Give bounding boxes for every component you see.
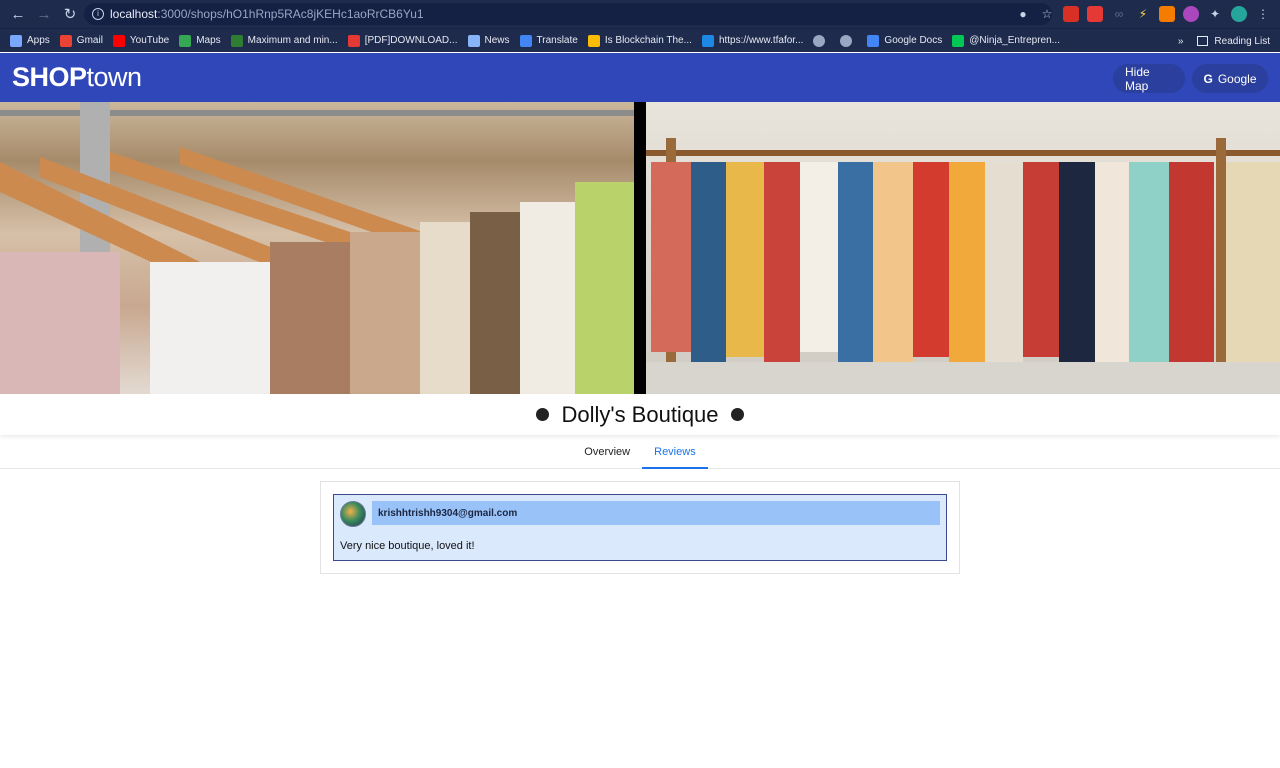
app-logo[interactable]: SHOPtown [12, 62, 142, 93]
bookmark-label: Maximum and min... [247, 35, 338, 46]
bookmark-label: https://www.tfafor... [718, 35, 804, 46]
bookmark-item[interactable]: https://www.tfafor... [701, 34, 804, 47]
hanging-clothes-illustration [0, 102, 634, 394]
info-icon[interactable]: i [92, 8, 104, 20]
reading-list-button[interactable]: Reading List [1197, 36, 1270, 47]
bookmark-favicon-icon [467, 34, 480, 47]
back-icon[interactable]: ← [6, 2, 30, 26]
bookmark-item[interactable] [813, 34, 830, 47]
location-icon[interactable]: ● [1014, 5, 1032, 23]
bookmark-favicon-icon [952, 34, 965, 47]
reading-list-label: Reading List [1214, 35, 1270, 47]
bookmark-item[interactable]: Gmail [59, 34, 103, 47]
bookmark-favicon-icon [347, 34, 360, 47]
bookmark-item[interactable] [840, 34, 857, 47]
google-button[interactable]: G Google [1192, 64, 1268, 93]
reviews-panel: krishhtrishh9304@gmail.com Very nice bou… [320, 481, 960, 574]
extension-icon[interactable] [1182, 5, 1200, 23]
fox-icon[interactable] [1158, 5, 1176, 23]
status-dot-icon [536, 408, 550, 421]
bookmark-favicon-icon [867, 34, 880, 47]
bookmark-label: Translate [536, 35, 578, 46]
status-dot-icon [730, 408, 744, 421]
bookmark-label: News [484, 35, 510, 46]
bookmark-item[interactable]: Translate [519, 34, 578, 47]
bookmark-label: YouTube [129, 35, 170, 46]
puzzle-icon[interactable]: ✦ [1206, 5, 1224, 23]
bookmark-item[interactable]: Google Docs [867, 34, 943, 47]
clothing-rack-illustration [646, 138, 1280, 394]
tab-overview[interactable]: Overview [572, 436, 642, 469]
bookmark-favicon-icon [230, 34, 243, 47]
reviewer-avatar [340, 501, 366, 527]
extension-icon[interactable]: ∞ [1110, 5, 1128, 23]
shop-title-bar: Dolly's Boutique [0, 394, 1280, 435]
address-bar[interactable]: i localhost :3000/shops/hO1hRnp5RAc8jKEH… [84, 3, 1052, 25]
bookmarks-bar: Apps Gmail YouTube Maps Maximum and min... [P… [0, 28, 1280, 52]
bookmark-item[interactable]: @Ninja_Entrepren... [952, 34, 1060, 47]
bookmark-favicon-icon [701, 34, 714, 47]
profile-avatar[interactable] [1230, 5, 1248, 23]
tab-reviews[interactable]: Reviews [642, 436, 708, 469]
bookmark-item[interactable]: Maximum and min... [230, 34, 338, 47]
more-bookmarks-button[interactable]: » [1178, 36, 1184, 47]
bolt-icon[interactable]: ⚡ [1134, 5, 1152, 23]
forward-icon[interactable]: → [32, 2, 56, 26]
menu-icon[interactable]: ⋮ [1254, 5, 1272, 23]
logo-light: town [86, 62, 143, 92]
extension-icon[interactable] [1086, 5, 1104, 23]
extension-icon[interactable] [1062, 5, 1080, 23]
bookmark-label: Google Docs [884, 35, 943, 46]
app-header: SHOPtown Hide Map G Google [0, 53, 1280, 102]
bookmark-item[interactable]: Is Blockchain The... [587, 34, 692, 47]
reload-icon[interactable]: ↻ [58, 2, 82, 26]
shop-tabs: Overview Reviews [0, 436, 1280, 469]
bookmark-item[interactable]: [PDF]DOWNLOAD... [347, 34, 458, 47]
bookmark-label: Is Blockchain The... [604, 35, 692, 46]
hide-map-button[interactable]: Hide Map [1113, 64, 1185, 93]
bookmark-favicon-icon [813, 34, 826, 47]
browser-toolbar: ← → ↻ i localhost :3000/shops/hO1hRnp5RA… [0, 0, 1280, 28]
url-path: :3000/shops/hO1hRnp5RAc8jKEHc1aoRrCB6Yu1 [157, 7, 424, 21]
bookmark-favicon-icon [519, 34, 532, 47]
reading-list-icon [1197, 36, 1209, 46]
review-text: Very nice boutique, loved it! [340, 540, 475, 552]
shop-image-banner [0, 102, 1280, 394]
review-card: krishhtrishh9304@gmail.com Very nice bou… [333, 494, 947, 561]
bookmark-favicon-icon [587, 34, 600, 47]
bookmark-label: [PDF]DOWNLOAD... [364, 35, 458, 46]
bookmark-favicon-icon [59, 34, 72, 47]
logo-bold: SHOP [12, 62, 87, 92]
star-icon[interactable]: ☆ [1038, 5, 1056, 23]
browser-extensions: ● ☆ ∞ ⚡ ✦ ⋮ [1014, 0, 1272, 28]
google-icon: G [1203, 71, 1213, 86]
bookmark-item[interactable]: News [467, 34, 510, 47]
bookmark-favicon-icon [840, 34, 853, 47]
shop-photo-rack [646, 102, 1280, 394]
bookmark-item[interactable]: Apps [10, 34, 50, 47]
reviewer-email: krishhtrishh9304@gmail.com [372, 501, 940, 525]
bookmark-item[interactable]: Maps [179, 34, 221, 47]
bookmark-label: Maps [196, 35, 221, 46]
bookmark-label: Apps [27, 35, 50, 46]
shop-name: Dolly's Boutique [561, 401, 719, 427]
bookmark-favicon-icon [10, 34, 22, 47]
bookmark-label: @Ninja_Entrepren... [969, 35, 1060, 46]
bookmark-favicon-icon [112, 34, 125, 47]
url-host: localhost [110, 7, 158, 21]
shop-photo-hangers [0, 102, 634, 394]
bookmark-favicon-icon [179, 34, 192, 47]
bookmark-item[interactable]: YouTube [112, 34, 170, 47]
google-label: Google [1217, 71, 1257, 86]
bookmark-label: Gmail [76, 35, 103, 46]
